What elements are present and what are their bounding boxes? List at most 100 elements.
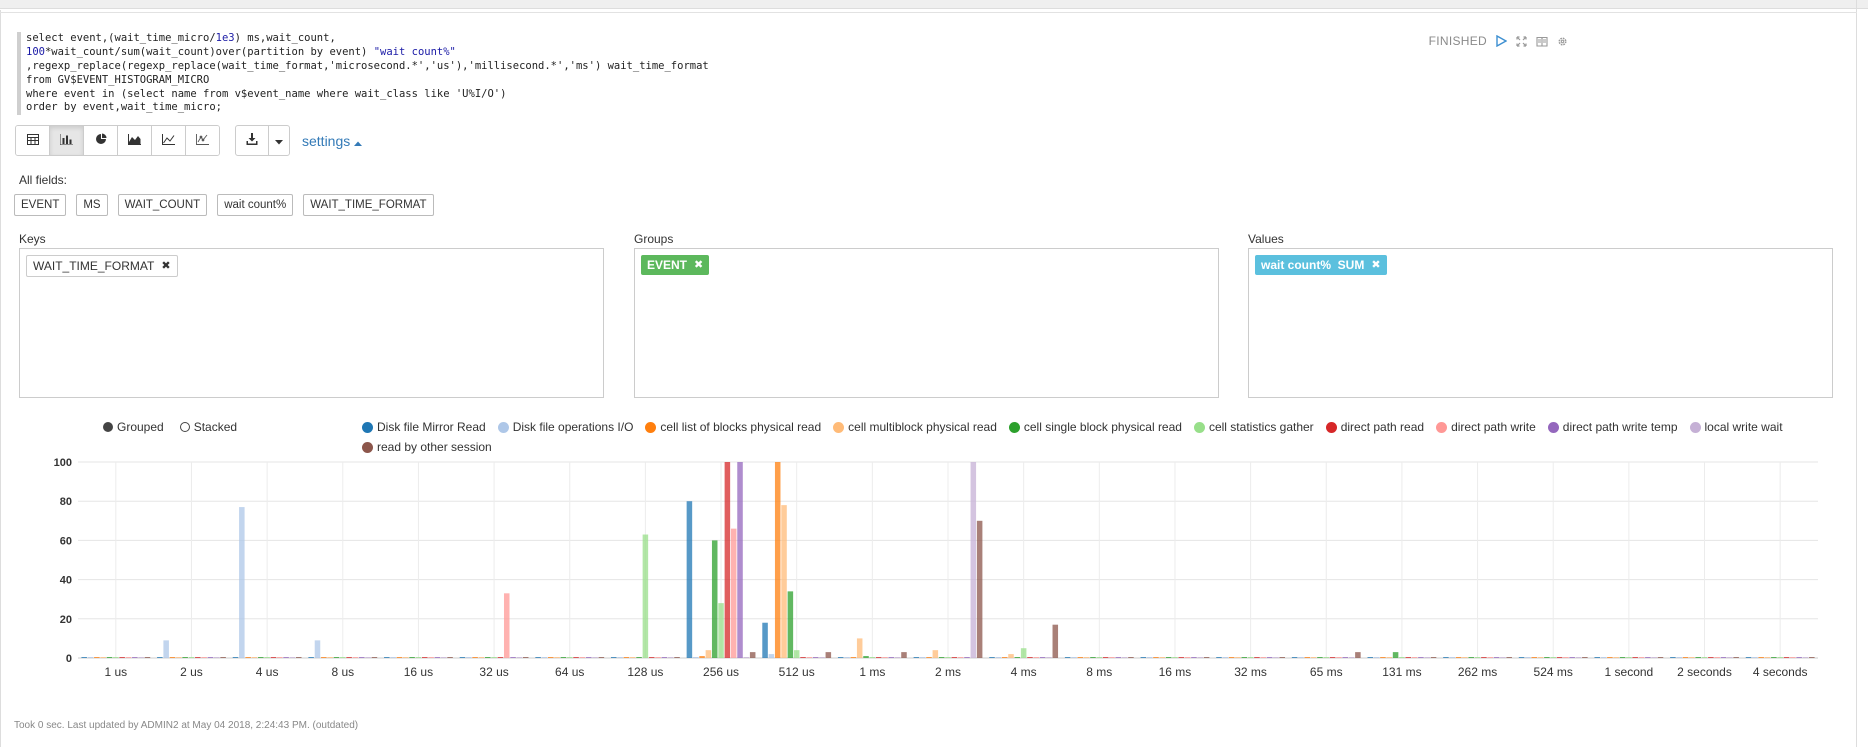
bar	[1235, 657, 1241, 658]
book-icon[interactable]	[1536, 36, 1548, 47]
bar	[409, 657, 415, 658]
bar	[333, 657, 340, 658]
bar	[1462, 657, 1468, 658]
field-chip[interactable]: wait count%	[217, 194, 294, 216]
legend-item[interactable]: cell multiblock physical read	[833, 420, 997, 434]
remove-icon[interactable]: ✖	[1371, 255, 1380, 275]
area-chart-view-button[interactable]	[118, 126, 152, 155]
group-chip-label: EVENT	[647, 258, 688, 272]
bar	[1197, 657, 1204, 658]
legend-item[interactable]: read by other session	[362, 440, 492, 454]
field-chip[interactable]: MS	[76, 194, 108, 216]
keys-dropzone[interactable]: WAIT_TIME_FORMAT ✖	[19, 248, 604, 398]
bar-chart-icon	[60, 132, 73, 150]
legend-item[interactable]: Disk file Mirror Read	[362, 420, 486, 434]
settings-toggle[interactable]: settings	[302, 133, 363, 149]
bar	[119, 657, 125, 658]
legend-label: direct path write temp	[1562, 420, 1678, 434]
table-view-button[interactable]	[16, 126, 50, 155]
bar	[1676, 657, 1682, 658]
legend-item[interactable]: cell statistics gather	[1193, 420, 1314, 434]
bar	[1619, 657, 1626, 658]
expand-icon[interactable]	[1516, 35, 1527, 47]
bar	[787, 591, 794, 658]
run-icon[interactable]	[1496, 35, 1507, 47]
bar	[667, 657, 674, 658]
bar	[1216, 657, 1222, 658]
legend-item[interactable]: local write wait	[1689, 420, 1783, 434]
gear-icon[interactable]	[1557, 36, 1568, 47]
y-tick-label: 100	[54, 457, 72, 469]
bar	[440, 657, 447, 658]
bar	[384, 657, 390, 658]
legend-item[interactable]: direct path read	[1325, 420, 1424, 434]
bar	[1733, 657, 1739, 658]
bar	[781, 505, 787, 658]
x-tick-label: 262 ms	[1458, 665, 1497, 679]
bar	[1764, 657, 1771, 658]
bar	[762, 622, 768, 658]
bar	[585, 657, 592, 658]
field-chip[interactable]: EVENT	[14, 194, 67, 216]
legend-swatch	[362, 421, 373, 433]
download-dropdown-button[interactable]	[269, 126, 289, 155]
remove-icon[interactable]: ✖	[694, 255, 703, 275]
bar	[1531, 657, 1537, 658]
bar	[1720, 657, 1727, 658]
legend-item[interactable]: Disk file operations I/O	[497, 420, 633, 434]
bar	[629, 657, 636, 658]
bar	[768, 654, 775, 658]
bar	[1172, 657, 1178, 658]
bar	[989, 657, 995, 658]
bar	[264, 657, 270, 658]
legend-item[interactable]: cell list of blocks physical read	[645, 420, 821, 434]
line-chart-view-button[interactable]	[152, 126, 186, 155]
scatter-chart-view-button[interactable]	[186, 126, 219, 155]
bar	[579, 657, 586, 658]
field-chip[interactable]: WAIT_TIME_FORMAT	[303, 194, 434, 216]
bar	[661, 657, 668, 658]
status-label: FINISHED	[1428, 34, 1487, 48]
bar	[1809, 657, 1815, 658]
bar	[1380, 657, 1386, 658]
values-dropzone[interactable]: wait count% SUM ✖	[1248, 248, 1833, 398]
bar	[1790, 657, 1796, 658]
bar	[321, 657, 327, 658]
bar	[1291, 657, 1298, 658]
download-button-group	[235, 125, 290, 156]
key-chip[interactable]: WAIT_TIME_FORMAT ✖	[26, 255, 178, 277]
bar	[882, 657, 888, 658]
download-button[interactable]	[236, 126, 269, 155]
pie-chart-view-button[interactable]	[84, 126, 118, 155]
bar	[1645, 657, 1651, 658]
stacked-option[interactable]: Stacked	[179, 420, 237, 434]
bar	[1109, 657, 1115, 658]
bar	[1455, 657, 1462, 658]
bar	[793, 650, 800, 658]
legend-item[interactable]: direct path write temp	[1547, 420, 1678, 434]
bar	[1525, 657, 1531, 658]
query-editor[interactable]: select event,(wait_time_micro/1e3) ms,wa…	[17, 32, 1626, 116]
field-chip[interactable]: WAIT_COUNT	[117, 194, 208, 216]
bar	[132, 657, 138, 658]
grouped-option[interactable]: Grouped	[103, 420, 164, 434]
bar	[251, 657, 258, 658]
x-tick-label: 1 ms	[859, 665, 885, 679]
bar	[270, 657, 277, 658]
bar	[220, 657, 226, 658]
bar	[510, 657, 516, 658]
bar	[800, 657, 806, 658]
bar	[1657, 657, 1664, 658]
x-tick-label: 2 seconds	[1677, 665, 1732, 679]
x-tick-label: 2 us	[180, 665, 203, 679]
bar	[415, 657, 422, 658]
remove-icon[interactable]: ✖	[161, 256, 170, 276]
value-chip[interactable]: wait count% SUM ✖	[1255, 255, 1387, 275]
legend-item[interactable]: cell single block physical read	[1008, 420, 1182, 434]
bar	[711, 540, 718, 658]
field-list: EVENT MS WAIT_COUNT wait count% WAIT_TIM…	[14, 194, 434, 216]
bar-chart-view-button[interactable]	[50, 126, 84, 155]
groups-dropzone[interactable]: EVENT ✖	[634, 248, 1219, 398]
legend-item[interactable]: direct path write	[1436, 420, 1536, 434]
group-chip[interactable]: EVENT ✖	[641, 255, 710, 275]
